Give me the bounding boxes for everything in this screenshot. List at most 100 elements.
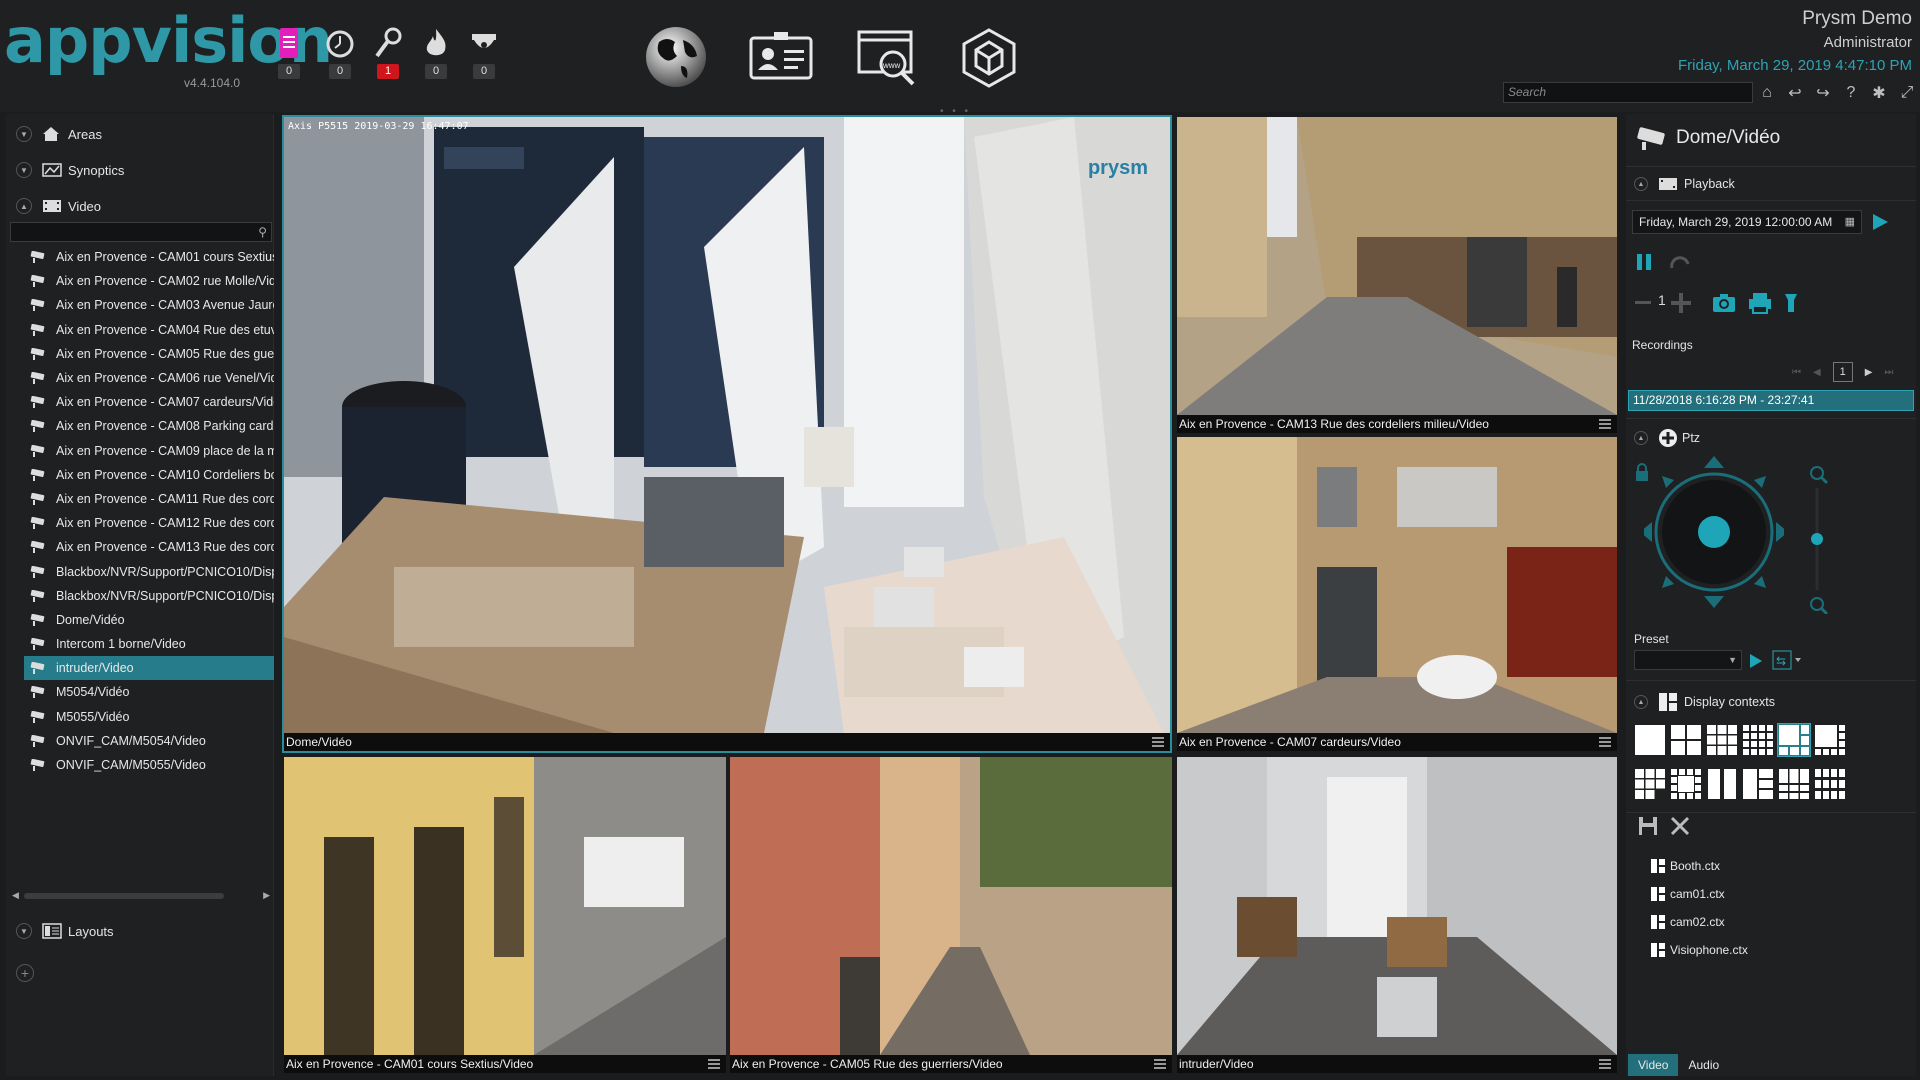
context-file-item[interactable]: Visiophone.ctx <box>1650 936 1748 964</box>
play-icon[interactable] <box>1870 212 1890 232</box>
recording-row[interactable]: 11/28/2018 6:16:28 PM - 23:27:41 <box>1628 390 1914 411</box>
video-list-item[interactable]: Aix en Provence - CAM09 place de la ma <box>24 439 274 463</box>
tile-menu-icon[interactable] <box>708 1059 720 1069</box>
current-page[interactable]: 1 <box>1832 362 1853 382</box>
layout-2cols-icon[interactable] <box>1706 768 1738 800</box>
id-card-app-button[interactable] <box>746 22 816 92</box>
context-file-item[interactable]: Booth.ctx <box>1650 852 1748 880</box>
video-list-item[interactable]: Aix en Provence - CAM05 Rue des guerri <box>24 342 274 366</box>
playback-date-field[interactable]: Friday, March 29, 2019 12:00:00 AM ▦ <box>1632 210 1862 234</box>
ptz-joystick[interactable] <box>1644 454 1784 614</box>
video-tile-cam07[interactable]: Aix en Provence - CAM07 cardeurs/Video <box>1177 437 1617 751</box>
help-icon[interactable]: ? <box>1840 82 1862 104</box>
close-icon[interactable] <box>1670 816 1690 836</box>
dome-camera-counter[interactable]: 0 <box>467 26 501 82</box>
fullscreen-icon[interactable]: ⤢ <box>1896 82 1918 104</box>
layout-1x1-icon[interactable] <box>1634 724 1666 756</box>
search-icon[interactable]: ⚲ <box>258 225 267 239</box>
back-icon[interactable]: ↩ <box>1784 82 1806 104</box>
print-icon[interactable] <box>1748 292 1772 314</box>
chevron-up-icon[interactable]: ▲ <box>16 198 32 214</box>
video-list-item[interactable]: Dome/Vidéo <box>24 608 274 632</box>
video-list-item[interactable]: Aix en Provence - CAM08 Parking cardeu <box>24 414 274 438</box>
video-list-item[interactable]: Aix en Provence - CAM02 rue Molle/Vide <box>24 269 274 293</box>
snapshot-icon[interactable] <box>1712 292 1736 314</box>
context-file-item[interactable]: cam01.ctx <box>1650 880 1748 908</box>
last-page-icon[interactable]: ⏭ <box>1884 367 1893 378</box>
go-preset-icon[interactable] <box>1748 652 1764 670</box>
chevron-up-icon[interactable]: ▲ <box>1634 177 1648 191</box>
chevron-up-icon[interactable]: ▲ <box>1634 431 1648 445</box>
chevron-up-icon[interactable]: ▲ <box>1634 695 1648 709</box>
first-page-icon[interactable]: ⏮ <box>1792 367 1801 378</box>
badge-counter[interactable]: 0 <box>272 26 306 82</box>
section-video[interactable]: ▲ Video <box>6 192 274 220</box>
context-file-item[interactable]: cam02.ctx <box>1650 908 1748 936</box>
layout-3x2-icon[interactable] <box>1634 768 1666 800</box>
tile-menu-icon[interactable] <box>1599 419 1611 429</box>
layout-1plus7-icon[interactable] <box>1814 724 1846 756</box>
minus-icon[interactable] <box>1634 292 1652 312</box>
section-display-contexts[interactable]: ▲ Display contexts <box>1634 692 1775 712</box>
tile-menu-icon[interactable] <box>1154 1059 1166 1069</box>
zoom-slider[interactable] <box>1808 464 1830 614</box>
home-icon[interactable]: ⌂ <box>1756 82 1778 104</box>
video-list-item[interactable]: Blackbox/NVR/Support/PCNICO10/Displ. <box>24 584 274 608</box>
video-list-item[interactable]: ONVIF_CAM/M5055/Video <box>24 753 274 777</box>
scroll-right-icon[interactable]: ▶ <box>263 890 270 901</box>
web-search-app-button[interactable]: www <box>855 22 925 92</box>
refresh-icon[interactable] <box>1668 252 1692 272</box>
layout-4x4-icon[interactable] <box>1742 724 1774 756</box>
layout-2plus6-icon[interactable] <box>1778 768 1810 800</box>
video-tile-cam05[interactable]: Aix en Provence - CAM05 Rue des guerrier… <box>730 757 1172 1073</box>
layout-4x3-icon[interactable] <box>1814 768 1846 800</box>
globe-app-button[interactable] <box>641 22 711 92</box>
add-icon[interactable]: + <box>16 964 34 982</box>
drag-handle[interactable]: • • • <box>940 106 971 117</box>
chevron-down-icon[interactable]: ▼ <box>16 126 32 142</box>
section-synoptics[interactable]: ▼ Synoptics <box>6 156 274 184</box>
section-layouts[interactable]: ▼ Layouts <box>6 917 274 945</box>
section-areas[interactable]: ▼ Areas <box>6 120 274 148</box>
video-list-item[interactable]: Aix en Provence - CAM13 Rue des cordel <box>24 535 274 559</box>
scroll-left-icon[interactable]: ◀ <box>12 890 19 901</box>
video-tile-cam01[interactable]: Aix en Provence - CAM01 cours Sextius/Vi… <box>284 757 726 1073</box>
chevron-down-icon[interactable]: ▼ <box>16 923 32 939</box>
layout-2x2-icon[interactable] <box>1670 724 1702 756</box>
tab-audio[interactable]: Audio <box>1678 1054 1729 1076</box>
video-list-item[interactable]: M5055/Vidéo <box>24 705 274 729</box>
tile-menu-icon[interactable] <box>1599 737 1611 747</box>
calendar-icon[interactable]: ▦ <box>1845 215 1855 228</box>
video-tile-cam13[interactable]: Aix en Provence - CAM13 Rue des cordelie… <box>1177 117 1617 433</box>
pause-icon[interactable] <box>1634 252 1654 272</box>
save-icon[interactable] <box>1638 816 1658 836</box>
video-filter-input[interactable]: ⚲ <box>10 222 272 242</box>
section-playback[interactable]: ▲ Playback <box>1634 176 1735 192</box>
section-ptz[interactable]: ▲ Ptz <box>1634 428 1700 448</box>
global-search-input[interactable]: Search <box>1503 82 1753 103</box>
tab-video[interactable]: Video <box>1628 1054 1679 1076</box>
video-list-item[interactable]: Aix en Provence - CAM07 cardeurs/Videc <box>24 390 274 414</box>
forward-icon[interactable]: ↪ <box>1812 82 1834 104</box>
bookmark-icon[interactable] <box>1782 292 1800 314</box>
stopwatch-counter[interactable]: 0 <box>323 26 357 82</box>
video-list-item[interactable]: ONVIF_CAM/M5054/Video <box>24 729 274 753</box>
chevron-down-icon[interactable]: ▼ <box>16 162 32 178</box>
video-list-item[interactable]: Aix en Provence - CAM01 cours Sextius/\ <box>24 245 274 269</box>
video-list-item[interactable]: Aix en Provence - CAM03 Avenue Jaures, <box>24 293 274 317</box>
video-list-item[interactable]: Aix en Provence - CAM10 Cordeliers bori <box>24 463 274 487</box>
layout-3x3-icon[interactable] <box>1706 724 1738 756</box>
layout-1plus5-icon[interactable] <box>1777 723 1811 757</box>
settings-icon[interactable]: ✱ <box>1868 82 1890 104</box>
prev-page-icon[interactable]: ◀ <box>1813 367 1821 378</box>
scroll-thumb[interactable] <box>24 893 224 899</box>
video-tile-main[interactable]: Axis P5515 2019-03-29 16:47:07 prysm Dom… <box>282 115 1172 753</box>
video-list-item[interactable]: M5054/Vidéo <box>24 680 274 704</box>
cube-app-button[interactable] <box>954 22 1024 92</box>
video-list-item[interactable]: Blackbox/NVR/Support/PCNICO10/Displ. <box>24 559 274 583</box>
tile-menu-icon[interactable] <box>1152 737 1164 747</box>
video-tile-intruder[interactable]: intruder/Video <box>1177 757 1617 1073</box>
video-list-item[interactable]: Aix en Provence - CAM11 Rue des cordel <box>24 487 274 511</box>
video-list-item[interactable]: Aix en Provence - CAM12 Rue des cordel <box>24 511 274 535</box>
tile-menu-icon[interactable] <box>1599 1059 1611 1069</box>
